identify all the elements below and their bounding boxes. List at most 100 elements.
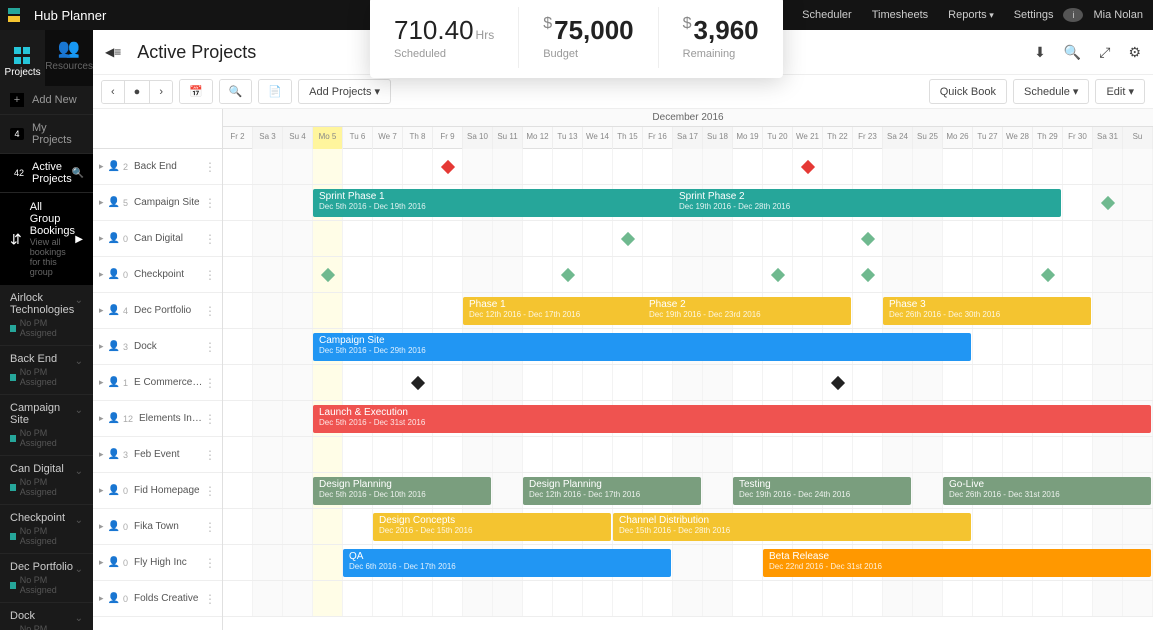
gantt-row[interactable] <box>223 257 1153 293</box>
timeline-day[interactable]: Mo 26 <box>943 127 973 149</box>
row-options-icon[interactable]: ⋮ <box>204 268 216 282</box>
sidebar-project-item[interactable]: Dec PortfolioNo PM Assigned⌄ <box>0 554 93 603</box>
timeline-day[interactable]: Su <box>1123 127 1153 149</box>
collapse-sidebar-button[interactable]: ◀≡ <box>105 45 121 59</box>
gantt-bar[interactable]: Launch & ExecutionDec 5th 2016 - Dec 31s… <box>313 405 1151 433</box>
calendar-button[interactable]: 📅 <box>180 80 212 103</box>
gantt-bar[interactable]: Campaign SiteDec 5th 2016 - Dec 29th 201… <box>313 333 971 361</box>
timeline-day[interactable]: Sa 10 <box>463 127 493 149</box>
timeline-day[interactable]: Tu 6 <box>343 127 373 149</box>
timeline-day[interactable]: Fr 16 <box>643 127 673 149</box>
fullscreen-icon[interactable]: ⤢ <box>1099 44 1110 61</box>
gantt-row-label[interactable]: ▸👤1E Commerce Work⋮ <box>93 365 222 401</box>
sidebar-project-item[interactable]: Campaign SiteNo PM Assigned⌄ <box>0 395 93 456</box>
gantt-row[interactable]: Phase 1Dec 12th 2016 - Dec 17th 2016Phas… <box>223 293 1153 329</box>
gantt-row[interactable]: Launch & ExecutionDec 5th 2016 - Dec 31s… <box>223 401 1153 437</box>
sidebar-group-bookings[interactable]: ⇵ All Group Bookings View all bookings f… <box>0 193 93 285</box>
gantt-milestone[interactable] <box>861 232 875 246</box>
gantt-row-label[interactable]: ▸👤5Campaign Site⋮ <box>93 185 222 221</box>
row-options-icon[interactable]: ⋮ <box>204 412 216 426</box>
sidebar-project-item[interactable]: Can DigitalNo PM Assigned⌄ <box>0 456 93 505</box>
gantt-row-label[interactable]: ▸👤4Dec Portfolio⋮ <box>93 293 222 329</box>
gantt-row[interactable] <box>223 149 1153 185</box>
gantt-row-label[interactable]: ▸👤3Dock⋮ <box>93 329 222 365</box>
timeline-day[interactable]: Su 18 <box>703 127 733 149</box>
timeline-day[interactable]: Mo 12 <box>523 127 553 149</box>
row-options-icon[interactable]: ⋮ <box>204 448 216 462</box>
timeline-day[interactable]: We 14 <box>583 127 613 149</box>
gantt-milestone[interactable] <box>831 376 845 390</box>
timeline-day[interactable]: Th 29 <box>1033 127 1063 149</box>
timeline-day[interactable]: Fr 30 <box>1063 127 1093 149</box>
quick-book-button[interactable]: Quick Book <box>929 79 1007 104</box>
row-options-icon[interactable]: ⋮ <box>204 592 216 606</box>
sidebar-my-projects[interactable]: 4 My Projects <box>0 115 93 154</box>
gantt-row-label[interactable]: ▸👤0Folds Creative⋮ <box>93 581 222 617</box>
sidebar-project-item[interactable]: DockNo PM Assigned⌄ <box>0 603 93 630</box>
sidebar-tab-projects[interactable]: Projects <box>0 30 45 86</box>
gantt-row[interactable]: Design ConceptsDec 2016 - Dec 15th 2016C… <box>223 509 1153 545</box>
gantt-bar[interactable]: Design PlanningDec 5th 2016 - Dec 10th 2… <box>313 477 491 505</box>
today-button[interactable]: ● <box>125 81 151 103</box>
gantt-row[interactable] <box>223 581 1153 617</box>
gantt-bar[interactable]: Phase 2Dec 19th 2016 - Dec 23rd 2016 <box>643 297 851 325</box>
gantt-bar[interactable]: Phase 1Dec 12th 2016 - Dec 17th 2016 <box>463 297 671 325</box>
gantt-milestone[interactable] <box>801 160 815 174</box>
timeline-day[interactable]: Sa 17 <box>673 127 703 149</box>
row-options-icon[interactable]: ⋮ <box>204 520 216 534</box>
sidebar-add-new[interactable]: + Add New <box>0 86 93 115</box>
gantt-milestone[interactable] <box>771 268 785 282</box>
row-options-icon[interactable]: ⋮ <box>204 232 216 246</box>
row-options-icon[interactable]: ⋮ <box>204 556 216 570</box>
nav-reports[interactable]: Reports <box>938 9 1004 21</box>
gantt-row[interactable] <box>223 437 1153 473</box>
file-button[interactable]: 📄 <box>259 80 291 103</box>
timeline-day[interactable]: Tu 13 <box>553 127 583 149</box>
timeline-day[interactable]: We 21 <box>793 127 823 149</box>
row-options-icon[interactable]: ⋮ <box>204 340 216 354</box>
gantt-row-label[interactable]: ▸👤0Fly High Inc⋮ <box>93 545 222 581</box>
row-options-icon[interactable]: ⋮ <box>204 484 216 498</box>
timeline-day[interactable]: Mo 5 <box>313 127 343 149</box>
gantt-bar[interactable]: Design ConceptsDec 2016 - Dec 15th 2016 <box>373 513 611 541</box>
gantt-bar[interactable]: Beta ReleaseDec 22nd 2016 - Dec 31st 201… <box>763 549 1151 577</box>
sidebar-project-item[interactable]: Airlock TechnologiesNo PM Assigned⌄ <box>0 285 93 346</box>
timeline-day[interactable]: Su 4 <box>283 127 313 149</box>
sidebar-project-item[interactable]: Back EndNo PM Assigned⌄ <box>0 346 93 395</box>
timeline-day[interactable]: Th 8 <box>403 127 433 149</box>
gantt-row-label[interactable]: ▸👤0Fid Homepage⋮ <box>93 473 222 509</box>
nav-scheduler[interactable]: Scheduler <box>792 9 862 21</box>
timeline-day[interactable]: We 28 <box>1003 127 1033 149</box>
edit-button[interactable]: Edit ▾ <box>1095 79 1145 104</box>
gantt-milestone[interactable] <box>861 268 875 282</box>
gantt-bar[interactable]: TestingDec 19th 2016 - Dec 24th 2016 <box>733 477 911 505</box>
gantt-bar[interactable]: Go-LiveDec 26th 2016 - Dec 31st 2016 <box>943 477 1151 505</box>
sidebar-tab-resources[interactable]: 👥 Resources <box>45 30 93 86</box>
timeline-day[interactable]: Fr 2 <box>223 127 253 149</box>
search-icon[interactable]: 🔍 <box>1064 44 1081 61</box>
row-options-icon[interactable]: ⋮ <box>204 304 216 318</box>
search-icon[interactable]: 🔍 <box>72 168 84 179</box>
nav-settings[interactable]: Settings <box>1004 9 1064 21</box>
gantt-row[interactable]: Campaign SiteDec 5th 2016 - Dec 29th 201… <box>223 329 1153 365</box>
timeline-day[interactable]: Tu 20 <box>763 127 793 149</box>
sidebar-active-projects[interactable]: 42 Active Projects 🔍 <box>0 154 93 193</box>
gantt-row[interactable]: Sprint Phase 1Dec 5th 2016 - Dec 19th 20… <box>223 185 1153 221</box>
gantt-milestone[interactable] <box>561 268 575 282</box>
add-projects-button[interactable]: Add Projects ▾ <box>298 79 391 104</box>
gantt-bar[interactable]: Sprint Phase 2Dec 19th 2016 - Dec 28th 2… <box>673 189 1061 217</box>
timeline-day[interactable]: Sa 3 <box>253 127 283 149</box>
timeline-day[interactable]: Sa 24 <box>883 127 913 149</box>
timeline-day[interactable]: Sa 31 <box>1093 127 1123 149</box>
row-options-icon[interactable]: ⋮ <box>204 160 216 174</box>
gantt-row-label[interactable]: ▸👤0Checkpoint⋮ <box>93 257 222 293</box>
sidebar-project-item[interactable]: CheckpointNo PM Assigned⌄ <box>0 505 93 554</box>
gantt-row-label[interactable]: ▸👤3Feb Event⋮ <box>93 437 222 473</box>
gantt-row[interactable] <box>223 221 1153 257</box>
row-options-icon[interactable]: ⋮ <box>204 376 216 390</box>
gantt-bar[interactable]: Sprint Phase 1Dec 5th 2016 - Dec 19th 20… <box>313 189 701 217</box>
row-options-icon[interactable]: ⋮ <box>204 196 216 210</box>
download-icon[interactable]: ⬇ <box>1034 44 1046 61</box>
prev-button[interactable]: ‹ <box>102 81 125 103</box>
zoom-button[interactable]: 🔍 <box>220 80 252 103</box>
